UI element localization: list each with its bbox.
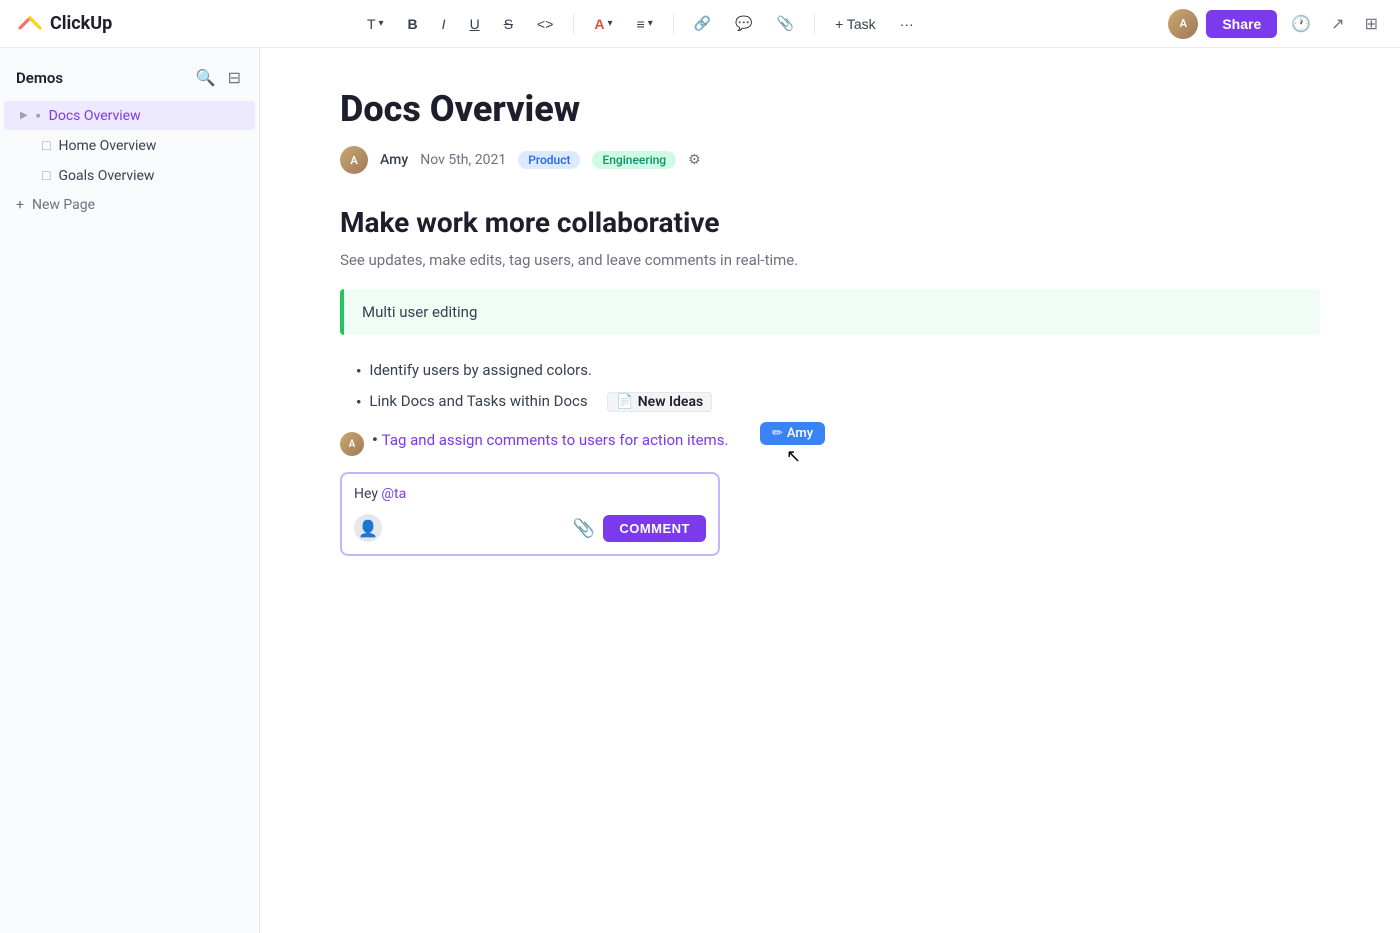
tagged-text: Tag and assign comments to users for act… [382, 431, 729, 449]
tagged-bullet-content: • Tag and assign comments to users for a… [372, 430, 728, 449]
comment-footer: 👤 📎 COMMENT [354, 514, 706, 542]
pencil-icon: ✏ [772, 426, 783, 441]
toolbar-right: A Share 🕐 ↗ ⊞ [1168, 9, 1384, 39]
callout-text: Multi user editing [362, 303, 477, 321]
layout-button[interactable]: ⊞ [1359, 10, 1384, 38]
page-icon: □ [42, 137, 50, 154]
sidebar-item-label: Docs Overview [49, 108, 239, 124]
expand-button[interactable]: ↗ [1325, 10, 1350, 38]
chevron-down-icon: ▾ [648, 18, 653, 29]
section-subheading: See updates, make edits, tag users, and … [340, 251, 1320, 269]
code-btn[interactable]: <> [529, 12, 561, 36]
bullet-item-1: • Identify users by assigned colors. [356, 355, 1320, 386]
comment-box: Hey @ta 👤 📎 COMMENT [340, 472, 720, 556]
doc-link-chip[interactable]: 📄 New Ideas [607, 392, 712, 412]
user-avatar: A [1168, 9, 1198, 39]
bullet-item-2: • Link Docs and Tasks within Docs 📄 New … [356, 386, 1320, 418]
chevron-down-icon: ▾ [379, 18, 384, 29]
sidebar-item-label: Goals Overview [58, 168, 239, 184]
app-name: ClickUp [50, 13, 112, 34]
sidebar-item-goals-overview[interactable]: □ Goals Overview [4, 161, 255, 190]
doc-meta: A Amy Nov 5th, 2021 Product Engineering … [340, 146, 1320, 174]
sidebar-item-docs-overview[interactable]: ▶ ▪ Docs Overview [4, 101, 255, 130]
commenter-avatar: A [340, 432, 364, 456]
more-options-btn[interactable]: ··· [892, 12, 922, 36]
underline-btn[interactable]: U [462, 12, 488, 36]
toolbar-center: T ▾ B I U S <> A ▾ ≡ ▾ 🔗 💬 📎 + Task ··· [359, 11, 922, 36]
new-page-label: New Page [32, 197, 95, 213]
toolbar-divider-2 [673, 14, 674, 34]
tag-engineering[interactable]: Engineering [592, 151, 676, 169]
doc-icon: ▪ [36, 107, 41, 124]
toolbar-logo-area: ClickUp [16, 10, 112, 38]
comment-submit-button[interactable]: COMMENT [603, 515, 706, 542]
attach-file-button[interactable]: 📎 [573, 518, 595, 539]
doc-title: Docs Overview [340, 88, 1320, 130]
callout-block: Multi user editing [340, 289, 1320, 335]
comment-input-text: Hey @ta [354, 486, 706, 502]
bullet-list: • Identify users by assigned colors. • L… [356, 355, 1320, 418]
sidebar-title: Demos [16, 69, 63, 87]
toolbar-divider-1 [573, 14, 574, 34]
user-silhouette-icon: 👤 [358, 519, 378, 538]
sidebar: Demos 🔍 ⊟ ▶ ▪ Docs Overview □ Home Overv… [0, 48, 260, 933]
doc-link-label: New Ideas [638, 394, 703, 410]
document-content: Docs Overview A Amy Nov 5th, 2021 Produc… [260, 48, 1400, 933]
sidebar-actions: 🔍 ⊟ [194, 66, 243, 90]
cursor-icon: ↖ [786, 446, 801, 467]
sidebar-search-button[interactable]: 🔍 [194, 66, 218, 90]
text-format-btn[interactable]: T ▾ [359, 12, 392, 36]
sidebar-item-home-overview[interactable]: □ Home Overview [4, 131, 255, 160]
sidebar-collapse-button[interactable]: ⊟ [226, 66, 243, 90]
chevron-down-icon: ▾ [608, 18, 613, 29]
color-btn[interactable]: A ▾ [586, 12, 620, 36]
author-avatar: A [340, 146, 368, 174]
doc-link-icon: 📄 [616, 394, 633, 410]
amy-tooltip: ✏ Amy [760, 422, 825, 445]
toolbar-divider-3 [814, 14, 815, 34]
tooltip-name: Amy [787, 426, 813, 441]
attach-btn[interactable]: 📎 [769, 11, 802, 36]
link-btn[interactable]: 🔗 [686, 11, 719, 36]
bold-btn[interactable]: B [400, 12, 426, 36]
settings-meta-icon: ⚙ [688, 152, 701, 168]
author-name: Amy [380, 152, 408, 168]
bullet-text-1: Identify users by assigned colors. [369, 361, 592, 379]
tag-product[interactable]: Product [518, 151, 580, 169]
align-btn[interactable]: ≡ ▾ [629, 12, 661, 36]
strikethrough-btn[interactable]: S [496, 12, 521, 36]
clickup-logo-icon [16, 10, 44, 38]
add-task-btn[interactable]: + Task [827, 12, 884, 36]
app-logo: ClickUp [16, 10, 112, 38]
arrow-icon: ▶ [20, 110, 28, 121]
tagged-comment-row: A • Tag and assign comments to users for… [340, 430, 1320, 456]
sidebar-item-label: Home Overview [58, 138, 239, 154]
page-icon: □ [42, 167, 50, 184]
doc-date: Nov 5th, 2021 [420, 152, 506, 168]
bullet-dot: • [372, 430, 378, 449]
new-page-item[interactable]: + New Page [0, 191, 259, 219]
sidebar-header: Demos 🔍 ⊟ [0, 60, 259, 100]
comment-btn[interactable]: 💬 [727, 11, 760, 36]
bullet-text-2: Link Docs and Tasks within Docs [369, 392, 587, 410]
comment-actions: 📎 COMMENT [573, 515, 706, 542]
plus-icon: + [16, 197, 24, 213]
bullet-dot: • [356, 393, 361, 411]
history-button[interactable]: 🕐 [1285, 10, 1317, 38]
section-heading: Make work more collaborative [340, 206, 1320, 239]
toolbar: ClickUp T ▾ B I U S <> A ▾ ≡ ▾ 🔗 💬 📎 + T… [0, 0, 1400, 48]
bullet-dot: • [356, 362, 361, 380]
share-button[interactable]: Share [1206, 10, 1277, 38]
at-mention: @ta [381, 486, 406, 502]
commenter-user-avatar: 👤 [354, 514, 382, 542]
main-layout: Demos 🔍 ⊟ ▶ ▪ Docs Overview □ Home Overv… [0, 48, 1400, 933]
italic-btn[interactable]: I [434, 12, 454, 36]
